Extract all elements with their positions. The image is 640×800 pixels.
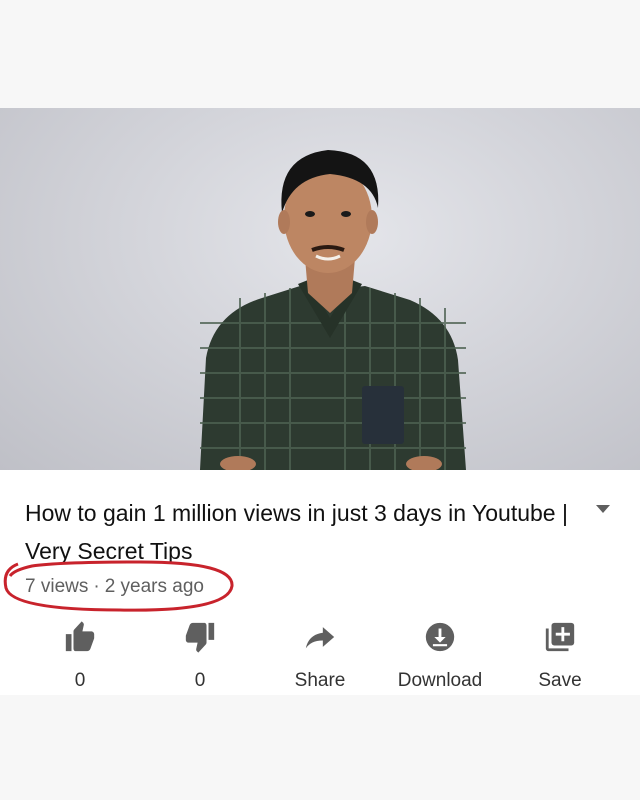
share-button[interactable]: Share [265,620,375,691]
save-button[interactable]: Save [505,620,615,691]
video-meta: 7 views · 2 years ago [25,576,204,598]
thumbs-down-icon [185,622,215,653]
like-button[interactable]: 0 [25,620,135,691]
video-info-panel: How to gain 1 million views in just 3 da… [0,470,640,695]
view-count: 7 views [25,576,89,597]
presenter-image [200,150,466,470]
share-label: Share [294,670,346,691]
like-count: 0 [74,670,86,691]
thumbs-up-icon [65,621,95,652]
meta-separator: · [93,576,100,597]
save-label: Save [538,670,582,691]
download-button[interactable]: Download [385,620,495,691]
share-arrow-icon [305,627,335,649]
download-icon [425,622,455,652]
download-label: Download [397,670,483,691]
video-title: How to gain 1 million views in just 3 da… [25,500,568,564]
upload-age: 2 years ago [104,576,204,597]
dislike-count: 0 [194,670,206,691]
playlist-add-icon [545,622,575,652]
dislike-button[interactable]: 0 [145,620,255,691]
chevron-down-icon[interactable] [595,504,611,514]
action-bar: 0 0 Share Download Save [0,620,640,691]
video-player[interactable] [0,108,640,472]
